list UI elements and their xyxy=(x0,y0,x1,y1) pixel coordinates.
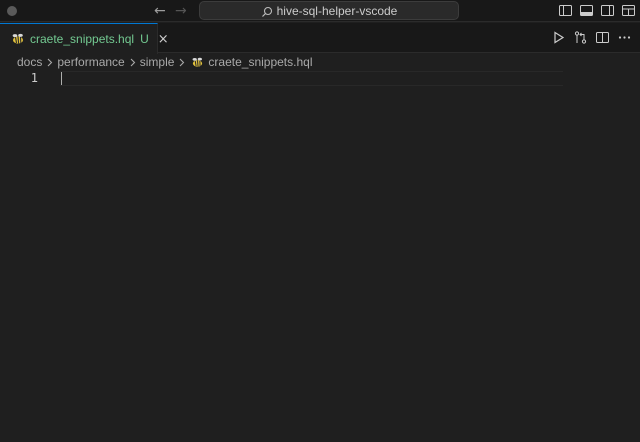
line-number-gutter: 1 xyxy=(0,71,60,442)
current-line-highlight xyxy=(60,71,563,86)
editor-actions xyxy=(551,30,632,45)
toggle-primary-sidebar-icon[interactable] xyxy=(558,3,573,18)
title-bar: ← → hive-sql-helper-vscode xyxy=(0,0,640,22)
code-editor[interactable]: 1 xyxy=(0,71,640,442)
breadcrumb-item-docs[interactable]: docs xyxy=(17,55,42,69)
toggle-panel-icon[interactable] xyxy=(579,3,594,18)
toggle-secondary-sidebar-icon[interactable] xyxy=(600,3,615,18)
close-tab-button[interactable]: × xyxy=(158,32,169,47)
hive-bee-icon xyxy=(191,56,204,69)
chevron-right-icon xyxy=(176,57,187,68)
line-number: 1 xyxy=(30,71,38,85)
customize-layout-icon[interactable] xyxy=(621,3,636,18)
breadcrumb-item-simple[interactable]: simple xyxy=(140,55,175,69)
go-back-button[interactable]: ← xyxy=(154,2,166,20)
breadcrumb: docs performance simple craete_snippets.… xyxy=(0,53,640,71)
open-changes-icon[interactable] xyxy=(573,30,588,45)
text-cursor xyxy=(61,72,62,85)
hive-bee-icon xyxy=(11,32,25,46)
vscode-window: ← → hive-sql-helper-vscode craete_snippe… xyxy=(0,0,640,442)
untracked-badge: U xyxy=(140,32,149,46)
search-icon xyxy=(261,5,273,17)
breadcrumb-item-file[interactable]: craete_snippets.hql xyxy=(208,55,312,69)
command-center[interactable]: hive-sql-helper-vscode xyxy=(199,1,459,20)
editor-tab[interactable]: craete_snippets.hql U × xyxy=(0,23,169,54)
go-forward-button[interactable]: → xyxy=(175,2,187,20)
split-editor-icon[interactable] xyxy=(595,30,610,45)
layout-controls xyxy=(558,3,636,18)
run-icon[interactable] xyxy=(551,30,566,45)
window-control-button[interactable] xyxy=(7,6,17,16)
command-center-label: hive-sql-helper-vscode xyxy=(276,3,398,18)
breadcrumb-item-performance[interactable]: performance xyxy=(57,55,124,69)
tab-title: craete_snippets.hql xyxy=(30,32,135,46)
chevron-right-icon xyxy=(44,57,55,68)
editor-tab-bar: craete_snippets.hql U × xyxy=(0,23,640,54)
chevron-right-icon xyxy=(127,57,138,68)
more-actions-icon[interactable] xyxy=(617,30,632,45)
